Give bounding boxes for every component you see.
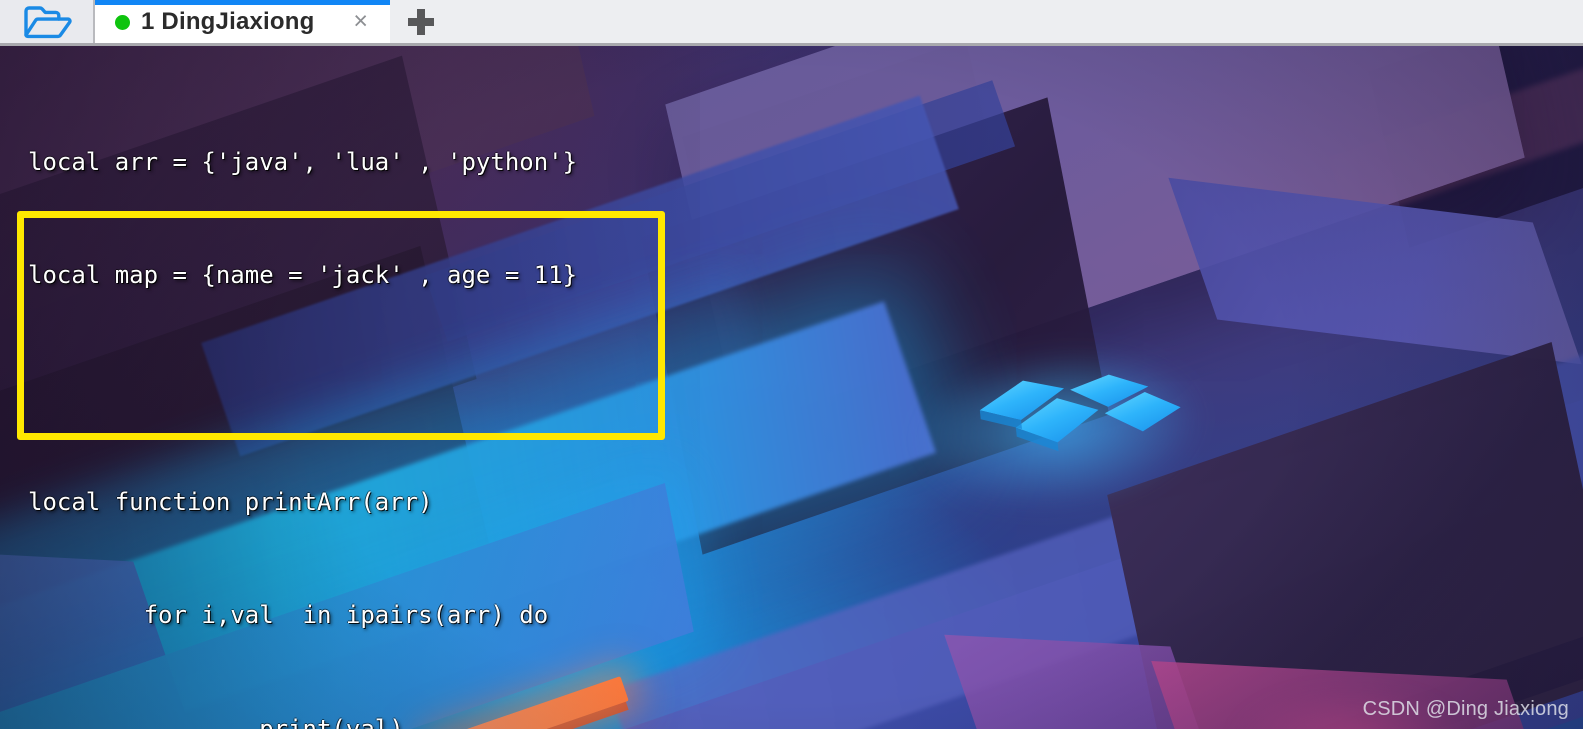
windows-logo xyxy=(900,330,1216,527)
tab-label: 1 DingJiaxiong xyxy=(141,7,315,35)
green-status-dot xyxy=(115,15,130,30)
plus-icon xyxy=(408,8,434,35)
terminal-window[interactable]: local arr = {'java', 'lua' , 'python'} l… xyxy=(0,46,1583,729)
desktop-wallpaper xyxy=(0,46,1583,729)
tab-dingjiaxiong[interactable]: 1 DingJiaxiong × xyxy=(95,0,390,43)
open-folder-button[interactable] xyxy=(0,0,95,43)
close-icon[interactable]: × xyxy=(353,9,368,34)
tab-bar: 1 DingJiaxiong × xyxy=(0,0,1583,46)
open-folder-icon xyxy=(22,4,72,40)
watermark: CSDN @Ding Jiaxiong xyxy=(1362,698,1569,720)
new-tab-button[interactable] xyxy=(390,0,452,43)
